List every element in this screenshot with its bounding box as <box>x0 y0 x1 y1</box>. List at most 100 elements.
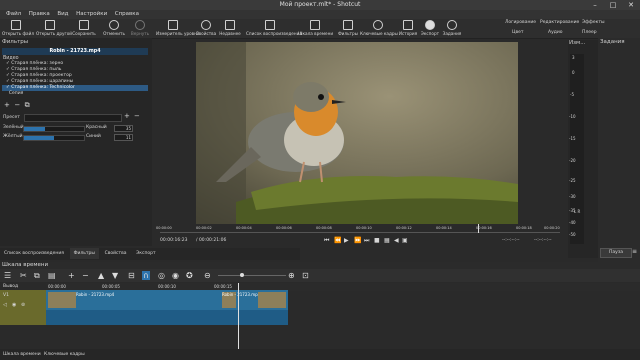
skip-next-icon[interactable]: ⏭ <box>364 237 369 245</box>
add-filter-button[interactable]: + <box>4 101 10 109</box>
video-preview[interactable] <box>196 42 518 224</box>
slider-green-label: Зелёный <box>3 125 24 130</box>
title-bar: Мой проект.mlt* - Shotcut – □ ✕ <box>0 0 640 10</box>
timeline-clip[interactable]: Robin - 21723.mp4 Robin - 21723.mp4 <box>46 290 288 325</box>
skip-previous-icon[interactable]: ⏮ <box>324 237 329 245</box>
clip-label-2: Robin - 21723.mp4 <box>222 292 261 297</box>
recent-icon <box>225 20 235 30</box>
ripple-icon[interactable]: ◉ <box>172 271 179 280</box>
layout-effects[interactable]: Эффекты <box>582 20 605 25</box>
undo-button[interactable]: Отменить <box>100 19 128 36</box>
layout-editing[interactable]: Редактирование <box>540 20 579 25</box>
track-mute-icon[interactable]: ◁ <box>3 302 7 308</box>
menu-view[interactable]: Вид <box>57 10 68 19</box>
slider-yellow-label: Жёлтый <box>3 134 23 139</box>
player-playhead[interactable] <box>478 224 479 233</box>
robin-frame <box>196 42 518 224</box>
track-header-v1[interactable]: V1 ◁ ◉ ⊚ <box>0 290 46 325</box>
history-icon <box>403 20 413 30</box>
slider-blue-value[interactable]: 11 <box>114 134 133 141</box>
copy-filter-button[interactable]: ⧉ <box>25 101 30 109</box>
volume-icon[interactable]: ◀ <box>394 237 399 244</box>
meter-bars <box>570 54 584 244</box>
remove-icon[interactable]: − <box>82 271 89 280</box>
slider-red-label: Красный <box>86 125 107 130</box>
cut-icon[interactable]: ✂ <box>20 271 27 280</box>
paste-icon[interactable]: ▤ <box>48 271 56 280</box>
in-point[interactable]: --:--:--:-- <box>502 238 520 243</box>
tab-keyframes[interactable]: Ключевые кадры <box>44 352 85 357</box>
jobs-icon <box>447 20 457 30</box>
filter-icon <box>343 20 353 30</box>
info-icon <box>201 20 211 30</box>
filters-panel-title: Фильтры <box>2 39 29 45</box>
keyframes-button[interactable]: Ключевые кадры <box>360 19 398 36</box>
open-other-button[interactable]: Открыть другой <box>36 19 72 36</box>
out-point[interactable]: --:--:--:-- <box>534 238 552 243</box>
slider-green[interactable] <box>23 126 85 132</box>
redo-button[interactable]: Вернуть <box>126 19 154 36</box>
slider-red-value[interactable]: 35 <box>114 125 133 132</box>
tab-properties[interactable]: Свойства <box>101 248 131 259</box>
pause-button[interactable]: Пауза <box>600 248 632 258</box>
zoom-slider-handle[interactable] <box>240 273 244 277</box>
timeline-playhead[interactable] <box>238 283 239 349</box>
split-icon[interactable]: ⊟ <box>128 271 135 280</box>
track-hide-icon[interactable]: ◉ <box>12 302 16 308</box>
zoom-out-icon[interactable]: ⊖ <box>204 271 211 280</box>
clip-waveform <box>46 310 288 325</box>
preset-remove-button[interactable]: − <box>134 112 140 120</box>
layout-audio[interactable]: Аудио <box>548 30 563 35</box>
preset-label: Пресет <box>3 115 20 120</box>
audio-meter-button[interactable]: Измеритель уровня <box>156 19 199 36</box>
menu-file[interactable]: Файл <box>6 10 21 19</box>
close-button[interactable]: ✕ <box>622 0 640 10</box>
slider-yellow[interactable] <box>23 135 85 141</box>
menu-icon[interactable]: ☰ <box>4 271 11 280</box>
meter-title: Изм... <box>569 40 586 46</box>
menu-edit[interactable]: Правка <box>29 10 50 19</box>
zoom-icon[interactable]: ▣ <box>402 237 408 244</box>
layout-logging[interactable]: Логирование <box>505 20 536 25</box>
tab-export[interactable]: Экспорт <box>132 248 160 259</box>
grid-icon[interactable]: ▦ <box>384 237 390 244</box>
remove-filter-button[interactable]: − <box>14 101 20 109</box>
snap-icon[interactable]: ∩ <box>142 271 150 280</box>
filter-clip-name: Robin - 21723.mp4 <box>2 48 148 55</box>
scrub-icon[interactable]: ◎ <box>158 271 165 280</box>
track-lock-icon[interactable]: ⊚ <box>21 302 25 308</box>
tab-playlist[interactable]: Список воспроизведения <box>0 248 68 259</box>
stop-icon[interactable]: ■ <box>374 237 380 244</box>
filter-item[interactable]: Сепия <box>2 91 148 97</box>
timeline-button[interactable]: Шкала времени <box>298 19 333 36</box>
maximize-button[interactable]: □ <box>604 0 622 10</box>
layout-color[interactable]: Цвет <box>512 30 524 35</box>
save-button[interactable]: Сохранить <box>70 19 98 36</box>
open-file-button[interactable]: Открыть файл <box>2 19 34 36</box>
preset-add-button[interactable]: + <box>124 112 130 120</box>
tab-timeline[interactable]: Шкала времени <box>3 352 41 357</box>
layout-player[interactable]: Плеер <box>582 30 597 35</box>
jobs-button[interactable]: Задания <box>438 19 466 36</box>
playlist-button[interactable]: Список воспроизведения <box>246 19 302 36</box>
recent-button[interactable]: Недавнее <box>216 19 244 36</box>
lift-icon[interactable]: ▲ <box>98 271 104 280</box>
ripple-all-icon[interactable]: ✪ <box>186 271 193 280</box>
menu-icon[interactable]: ≡ <box>632 248 637 255</box>
overwrite-icon[interactable]: ▼ <box>112 271 118 280</box>
timecode-current[interactable]: 00:00:16:23 <box>160 238 187 243</box>
menu-settings[interactable]: Настройки <box>76 10 107 19</box>
zoom-fit-icon[interactable]: ⊡ <box>302 271 309 280</box>
fast-forward-icon[interactable]: ⏩ <box>354 237 361 244</box>
zoom-slider[interactable] <box>218 275 286 276</box>
append-icon[interactable]: + <box>68 271 75 280</box>
filters-button[interactable]: Фильтры <box>334 19 362 36</box>
play-icon[interactable]: ▶ <box>344 237 349 244</box>
tab-filters[interactable]: Фильтры <box>69 248 99 259</box>
rewind-icon[interactable]: ⏪ <box>334 237 341 244</box>
preset-select[interactable] <box>24 114 122 122</box>
menu-help[interactable]: Справка <box>115 10 139 19</box>
copy-icon[interactable]: ⧉ <box>34 271 40 281</box>
minimize-button[interactable]: – <box>586 0 604 10</box>
zoom-in-icon[interactable]: ⊕ <box>288 271 295 280</box>
